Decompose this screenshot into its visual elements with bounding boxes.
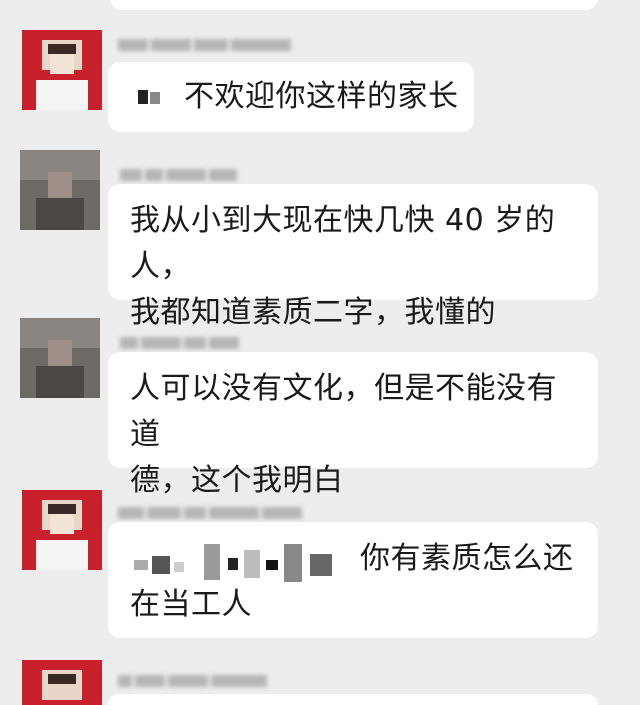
- previous-message-bubble[interactable]: [110, 0, 598, 10]
- message-text-line: 在当工人: [130, 587, 252, 622]
- avatar[interactable]: [22, 660, 102, 705]
- message-bubble[interactable]: 人可以没有文化，但是不能没有道 德，这个我明白: [108, 352, 598, 498]
- message-bubble[interactable]: 我从小到大现在快几快 40 岁的人， 我都知道素质二字，我懂的: [108, 184, 598, 330]
- avatar[interactable]: [20, 150, 100, 230]
- avatar[interactable]: [22, 490, 102, 570]
- message-bubble[interactable]: 不欢迎你这样的家长: [108, 62, 474, 132]
- redacted-mention: [138, 90, 166, 106]
- sender-name-blurred: [120, 166, 240, 182]
- sender-name-blurred: [120, 334, 242, 350]
- message-text: 不欢迎你这样的家长: [184, 79, 459, 114]
- message-text-line: 德，这个我明白: [130, 463, 344, 498]
- sender-name-blurred: [118, 504, 305, 520]
- message-text-line: 人可以没有文化，但是不能没有道: [130, 371, 557, 452]
- redacted-mention: [134, 544, 344, 584]
- chat-screen: 不欢迎你这样的家长 我从小到大现在快几快 40 岁的人， 我都知道素质二字，我懂…: [0, 0, 640, 705]
- message-bubble[interactable]: 你有素质怎么还 在当工人: [108, 522, 598, 638]
- message-text-line: 我都知道素质二字，我懂的: [130, 295, 496, 330]
- sender-name-blurred: [118, 672, 270, 688]
- message-text-line: 我从小到大现在快几快 40 岁的人，: [130, 203, 556, 284]
- sender-name-blurred: [118, 36, 294, 52]
- avatar[interactable]: [22, 30, 102, 110]
- message-text-line: 你有素质怎么还: [360, 541, 574, 576]
- message-bubble[interactable]: [108, 694, 598, 705]
- avatar[interactable]: [20, 318, 100, 398]
